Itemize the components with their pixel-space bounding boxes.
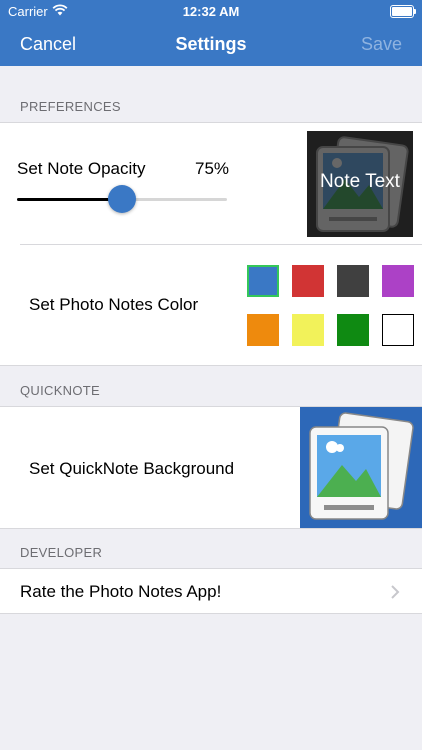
status-time: 12:32 AM xyxy=(182,4,240,19)
page-title: Settings xyxy=(175,34,247,54)
section-header-developer: DEVELOPER xyxy=(0,542,422,560)
note-preview-thumbnail: Note Text xyxy=(307,131,413,237)
preferences-group: Set Note Opacity 75% Note Text Set Photo… xyxy=(0,122,422,366)
color-swatch[interactable] xyxy=(382,265,414,297)
section-header-preferences: PREFERENCES xyxy=(0,96,422,114)
note-preview-text: Note Text xyxy=(320,171,400,192)
photo-stack-icon xyxy=(309,412,414,520)
slider-track-fill xyxy=(17,198,122,201)
note-opacity-value: 75% xyxy=(195,159,230,178)
rate-app-row[interactable]: Rate the Photo Notes App! xyxy=(0,568,422,614)
quicknote-background-thumbnail xyxy=(300,407,422,528)
color-swatch[interactable] xyxy=(382,314,414,346)
color-swatch[interactable] xyxy=(247,265,279,297)
top-bar: Carrier 12:32 AM Cancel Settings Save xyxy=(0,0,422,66)
chevron-right-icon xyxy=(390,583,400,606)
color-swatch[interactable] xyxy=(292,265,324,297)
battery-icon xyxy=(390,5,416,18)
navigation-bar: Cancel Settings Save xyxy=(0,22,422,66)
photo-notes-color-label: Set Photo Notes Color xyxy=(29,295,199,314)
note-opacity-label: Set Note Opacity xyxy=(17,159,146,178)
quicknote-background-row[interactable]: Set QuickNote Background xyxy=(0,406,422,529)
note-opacity-slider[interactable] xyxy=(17,185,227,213)
color-swatch[interactable] xyxy=(292,314,324,346)
quicknote-background-label: Set QuickNote Background xyxy=(29,459,235,478)
section-header-quicknote: QUICKNOTE xyxy=(0,380,422,398)
save-button[interactable]: Save xyxy=(361,34,402,55)
rate-app-label: Rate the Photo Notes App! xyxy=(20,582,222,601)
section-header-label: PREFERENCES xyxy=(20,99,121,114)
color-swatch[interactable] xyxy=(337,265,369,297)
section-header-label: DEVELOPER xyxy=(20,545,103,560)
slider-thumb[interactable] xyxy=(108,185,136,213)
row-divider xyxy=(20,244,422,245)
color-swatch[interactable] xyxy=(337,314,369,346)
status-bar: Carrier 12:32 AM xyxy=(0,0,422,22)
color-swatch[interactable] xyxy=(247,314,279,346)
section-header-label: QUICKNOTE xyxy=(20,383,100,398)
